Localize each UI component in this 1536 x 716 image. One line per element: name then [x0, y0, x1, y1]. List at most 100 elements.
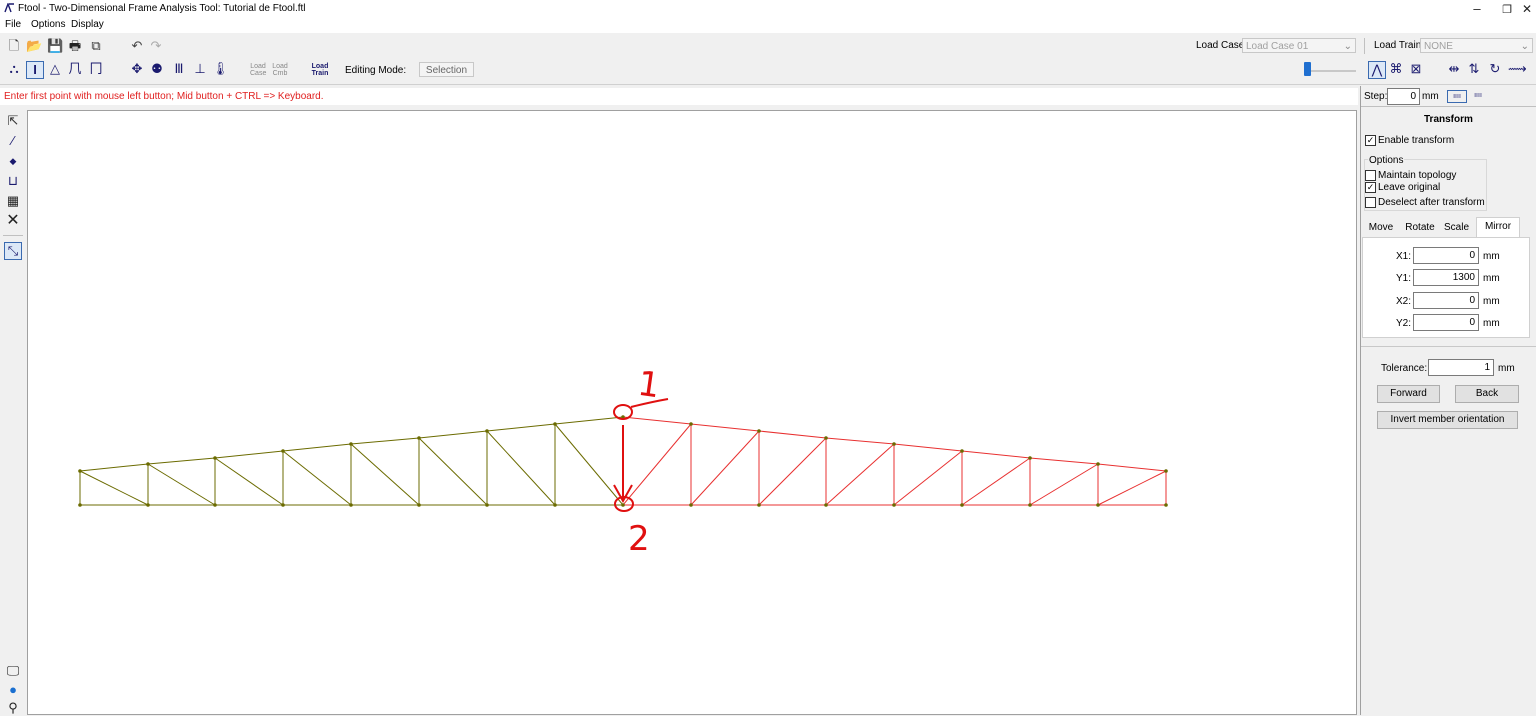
diagonal-member[interactable] [350, 443, 420, 506]
top-chord-member[interactable] [554, 416, 624, 425]
ruler-alt-icon[interactable]: ıııı [1469, 90, 1487, 101]
truss-node[interactable] [1028, 503, 1032, 507]
diagonal-member[interactable] [1097, 470, 1167, 506]
truss-node[interactable] [824, 436, 828, 440]
truss-node[interactable] [689, 503, 693, 507]
zoom-icon[interactable]: ⚲ [5, 700, 21, 716]
influence-line-icon[interactable]: ⟿ [1508, 61, 1527, 77]
top-chord-member[interactable] [758, 430, 827, 439]
truss-node[interactable] [757, 429, 761, 433]
deformed-icon[interactable]: ⌘ [1388, 61, 1404, 77]
diagonal-member[interactable] [758, 437, 827, 506]
truss-node[interactable] [892, 442, 896, 446]
truss-node[interactable] [892, 503, 896, 507]
top-chord-member[interactable] [418, 430, 488, 439]
diagonal-member[interactable] [418, 437, 488, 506]
leave-original-checkbox[interactable]: ✓ [1365, 182, 1376, 193]
invert-orientation-button[interactable]: Invert member orientation [1377, 411, 1518, 429]
top-chord-member[interactable] [214, 450, 284, 459]
truss-node[interactable] [1164, 469, 1168, 473]
top-chord-member[interactable] [825, 437, 895, 445]
monitor-icon[interactable]: 🖵 [5, 663, 21, 679]
bending-moment-icon[interactable]: ↻ [1487, 61, 1503, 77]
envelope-icon[interactable]: ⊠ [1408, 61, 1424, 77]
load-train-select[interactable]: NONE ⌄ [1420, 38, 1533, 53]
truss-node[interactable] [553, 503, 557, 507]
truss-node[interactable] [960, 503, 964, 507]
diagonal-member[interactable] [1029, 463, 1099, 506]
diagonal-member[interactable] [554, 423, 624, 506]
truss-node[interactable] [824, 503, 828, 507]
maintain-topology-checkbox[interactable] [1365, 170, 1376, 181]
tab-move[interactable]: Move [1364, 219, 1398, 237]
ruler-icon[interactable]: ıııı [1447, 90, 1467, 103]
top-chord-member[interactable] [79, 463, 149, 472]
deselect-after-checkbox[interactable] [1365, 197, 1376, 208]
diagonal-member[interactable] [825, 443, 895, 506]
top-chord-member[interactable] [961, 450, 1031, 459]
truss-node[interactable] [1164, 503, 1168, 507]
truss-node[interactable] [146, 462, 150, 466]
diagonal-member[interactable] [690, 430, 760, 506]
diagonal-member[interactable] [147, 463, 216, 506]
diagonal-member[interactable] [79, 470, 149, 506]
close-button[interactable]: ✕ [1512, 2, 1536, 16]
truss-node[interactable] [1028, 456, 1032, 460]
globe-icon[interactable]: ● [5, 682, 21, 698]
top-chord-member[interactable] [690, 423, 760, 432]
x2-input[interactable]: 0 [1413, 292, 1479, 309]
diagonal-member[interactable] [282, 450, 352, 506]
truss-node[interactable] [417, 503, 421, 507]
top-chord-member[interactable] [350, 437, 420, 445]
y2-input[interactable]: 0 [1413, 314, 1479, 331]
enable-transform-checkbox[interactable]: ✓ [1365, 135, 1376, 146]
top-chord-member[interactable] [1029, 457, 1099, 465]
truss-node[interactable] [485, 503, 489, 507]
forward-button[interactable]: Forward [1377, 385, 1440, 403]
truss-view-icon[interactable]: ⋀ [1368, 61, 1386, 79]
tolerance-input[interactable]: 1 [1428, 359, 1494, 376]
truss-node[interactable] [960, 449, 964, 453]
truss-node[interactable] [553, 422, 557, 426]
tab-rotate[interactable]: Rotate [1402, 219, 1438, 237]
top-chord-member[interactable] [1097, 463, 1167, 472]
truss-node[interactable] [213, 456, 217, 460]
truss-node[interactable] [1096, 462, 1100, 466]
diagonal-member[interactable] [893, 450, 963, 506]
top-chord-member[interactable] [893, 443, 963, 452]
truss-node[interactable] [349, 442, 353, 446]
truss-node[interactable] [417, 436, 421, 440]
step-label: Step: [1364, 91, 1388, 102]
minimize-button[interactable]: – [1462, 1, 1492, 16]
truss-node[interactable] [78, 469, 82, 473]
top-chord-member[interactable] [486, 423, 556, 432]
truss-node[interactable] [78, 503, 82, 507]
truss-node[interactable] [621, 503, 625, 507]
truss-node[interactable] [281, 449, 285, 453]
diagonal-member[interactable] [486, 430, 556, 506]
top-chord-member[interactable] [282, 443, 352, 452]
truss-node[interactable] [1096, 503, 1100, 507]
axial-force-icon[interactable]: ⇹ [1446, 61, 1462, 77]
tolerance-label: Tolerance: [1381, 363, 1428, 374]
y1-input[interactable]: 1300 [1413, 269, 1479, 286]
tab-scale[interactable]: Scale [1441, 219, 1472, 237]
x1-input[interactable]: 0 [1413, 247, 1479, 264]
truss-node[interactable] [757, 503, 761, 507]
truss-node[interactable] [146, 503, 150, 507]
shear-force-icon[interactable]: ⇅ [1466, 61, 1482, 77]
drawing-canvas[interactable]: 1 2 [27, 110, 1357, 715]
truss-node[interactable] [689, 422, 693, 426]
diagonal-member[interactable] [622, 423, 692, 506]
truss-node[interactable] [213, 503, 217, 507]
truss-node[interactable] [349, 503, 353, 507]
step-input[interactable]: 0 [1387, 88, 1420, 105]
top-chord-member[interactable] [622, 416, 692, 425]
back-button[interactable]: Back [1455, 385, 1519, 403]
tab-mirror[interactable]: Mirror [1476, 217, 1520, 238]
truss-node[interactable] [485, 429, 489, 433]
diagonal-member[interactable] [961, 457, 1031, 506]
top-chord-member[interactable] [147, 457, 216, 465]
diagonal-member[interactable] [214, 457, 284, 506]
truss-node[interactable] [281, 503, 285, 507]
